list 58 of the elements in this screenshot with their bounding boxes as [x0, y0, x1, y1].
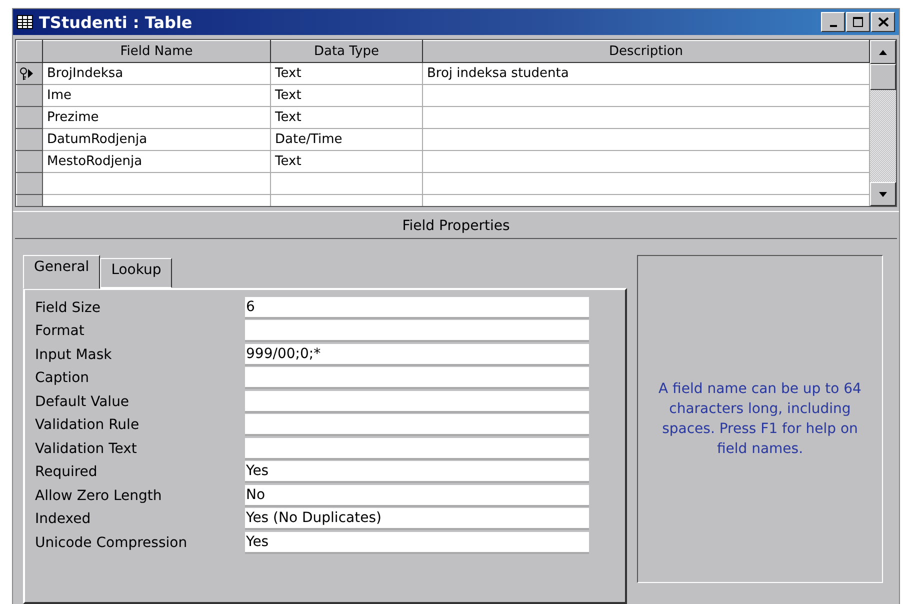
table-cell: BrojIndeksa	[47, 66, 124, 82]
table-cell: DatumRodjenja	[47, 132, 148, 148]
property-field[interactable]: 999/00;0;*	[245, 344, 589, 366]
table-icon	[17, 15, 33, 30]
property-field[interactable]: Yes (No Duplicates)	[245, 508, 589, 530]
close-button[interactable]	[871, 12, 895, 32]
tab[interactable]: General	[23, 255, 100, 289]
tab[interactable]: Lookup	[100, 258, 172, 288]
property-field[interactable]: No	[245, 484, 589, 507]
property-field[interactable]	[245, 320, 589, 342]
scroll-up-button[interactable]	[870, 40, 896, 64]
property-field[interactable]	[245, 414, 589, 436]
table-cell: MestoRodjenja	[47, 154, 142, 170]
property-field[interactable]	[245, 438, 589, 460]
table-cell: Text	[275, 88, 302, 104]
property-label: Unicode Compression	[35, 534, 188, 551]
table-cell: Ime	[47, 88, 72, 104]
table-cell: Text	[275, 110, 302, 126]
vertical-scrollbar[interactable]	[870, 40, 896, 206]
window-title: TStudenti : Table	[39, 12, 194, 32]
current-row-icon	[28, 69, 33, 78]
key-icon	[19, 66, 28, 81]
property-label: Validation Rule	[35, 417, 140, 434]
maximize-button[interactable]	[846, 12, 870, 32]
table-cell: Date/Time	[275, 132, 342, 148]
property-label: Default Value	[35, 394, 130, 410]
scroll-down-button[interactable]	[870, 182, 896, 206]
property-label: Required	[35, 464, 98, 480]
property-label: Format	[35, 323, 86, 340]
property-label: Field Size	[35, 300, 102, 316]
down-arrow-icon	[879, 192, 887, 196]
section-title: Field Properties	[13, 211, 899, 238]
minimize-icon	[830, 25, 836, 28]
minimize-button[interactable]	[821, 12, 845, 32]
column-header[interactable]: Field Name	[42, 40, 270, 63]
property-field[interactable]: 6	[245, 296, 589, 319]
property-label: Caption	[35, 370, 90, 386]
column-header[interactable]: Description	[422, 40, 870, 63]
property-field[interactable]: Yes	[245, 532, 589, 554]
up-arrow-icon	[879, 50, 887, 55]
property-label: Allow Zero Length	[35, 488, 163, 504]
close-icon	[878, 17, 888, 28]
table-cell: Text	[275, 66, 302, 82]
property-label: Indexed	[35, 511, 92, 528]
row-selector[interactable]	[16, 62, 42, 85]
maximize-icon	[852, 16, 864, 28]
column-header	[16, 40, 42, 63]
help-text: A field name can be up to 64 characters long, including spaces. Press F1 for help on field names.	[658, 380, 862, 459]
table-cell: Broj indeksa studenta	[427, 66, 569, 82]
property-label: Input Mask	[35, 346, 113, 363]
property-field[interactable]	[245, 367, 589, 390]
property-field[interactable]: Yes	[245, 461, 589, 484]
property-label: Validation Text	[35, 440, 138, 457]
column-header[interactable]: Data Type	[270, 40, 422, 63]
scroll-thumb[interactable]	[870, 64, 896, 90]
table-cell: Prezime	[47, 110, 99, 126]
table-cell: Text	[275, 154, 302, 170]
property-field[interactable]	[245, 390, 589, 413]
